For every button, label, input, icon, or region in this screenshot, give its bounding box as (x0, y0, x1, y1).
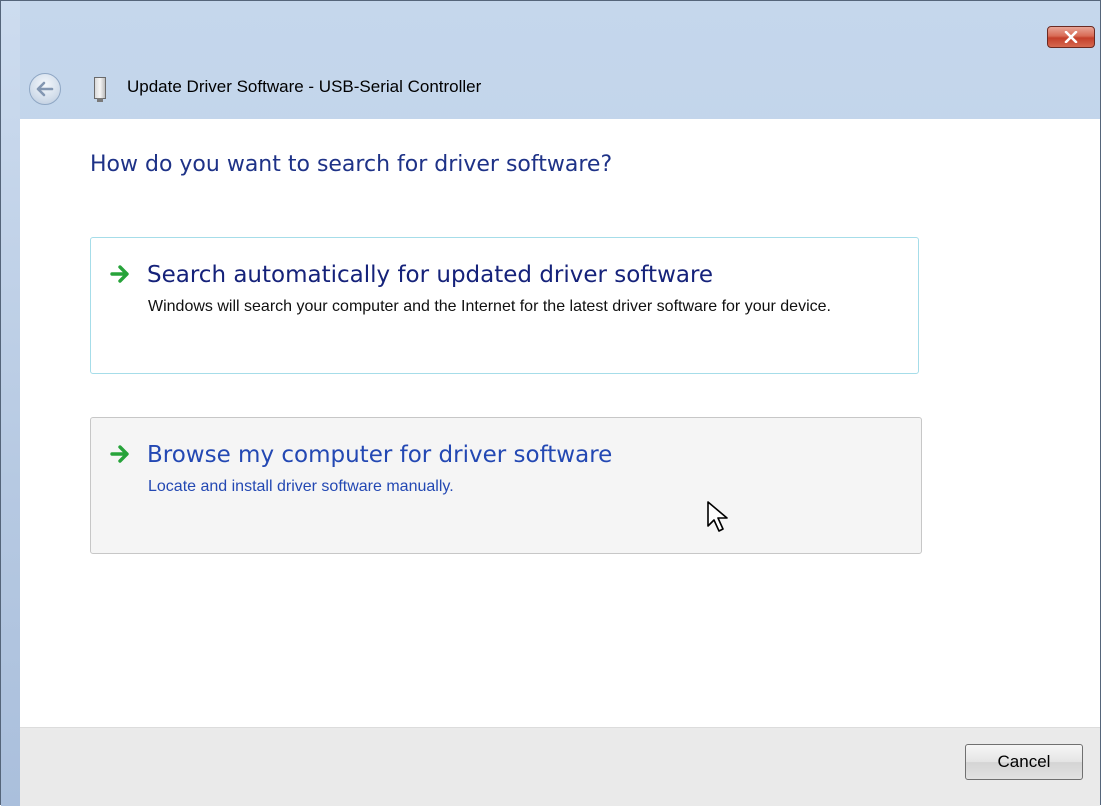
dialog-content: How do you want to search for driver sof… (20, 119, 1100, 727)
usb-device-icon (94, 77, 106, 102)
back-arrow-icon (36, 81, 54, 97)
mouse-cursor-icon (707, 501, 728, 532)
cancel-button[interactable]: Cancel (965, 744, 1083, 780)
close-icon (1064, 31, 1078, 43)
option-description: Windows will search your computer and th… (148, 298, 831, 315)
dialog-window: Update Driver Software - USB-Serial Cont… (0, 0, 1101, 806)
green-arrow-icon (110, 445, 129, 463)
page-heading: How do you want to search for driver sof… (90, 152, 613, 177)
dialog-footer: Cancel (20, 727, 1100, 806)
title-bar: Update Driver Software - USB-Serial Cont… (20, 1, 1100, 119)
search-automatically-option[interactable]: Search automatically for updated driver … (90, 237, 919, 374)
close-button[interactable] (1047, 26, 1095, 48)
option-title: Search automatically for updated driver … (147, 262, 714, 288)
window-title: Update Driver Software - USB-Serial Cont… (127, 77, 482, 96)
green-arrow-icon (110, 265, 129, 283)
window-frame (1, 1, 20, 806)
browse-computer-option[interactable]: Browse my computer for driver software L… (90, 417, 922, 554)
back-button[interactable] (29, 73, 61, 105)
option-description: Locate and install driver software manua… (148, 478, 454, 495)
option-title: Browse my computer for driver software (147, 442, 613, 468)
